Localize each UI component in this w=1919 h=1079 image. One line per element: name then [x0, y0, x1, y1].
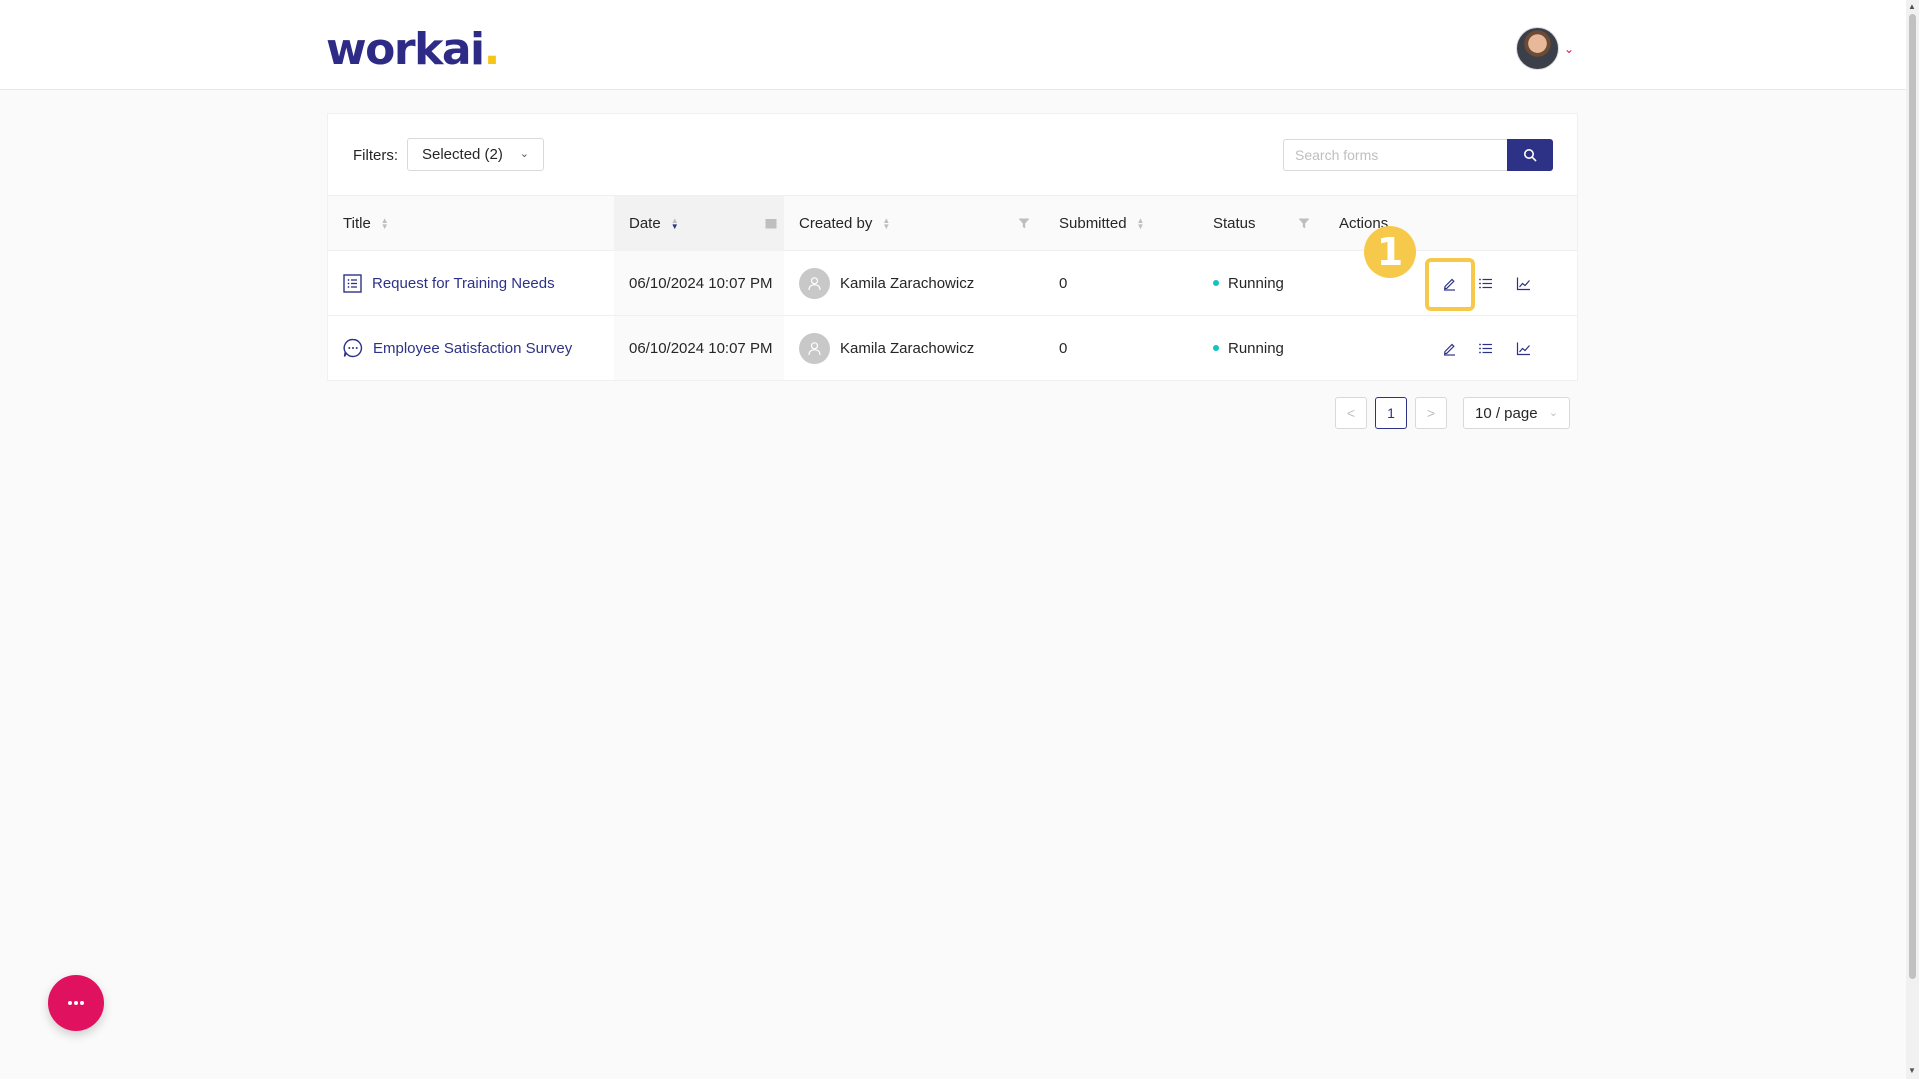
list-view-icon[interactable] [1473, 271, 1497, 295]
creator-name: Kamila Zarachowicz [840, 274, 975, 292]
column-header-date[interactable]: Date ▲ ▼ [614, 196, 784, 251]
page-1-button[interactable]: 1 [1375, 397, 1407, 429]
prev-page-button[interactable]: < [1335, 397, 1367, 429]
scroll-up-icon[interactable]: ▲ [1908, 2, 1916, 11]
form-title-link[interactable]: Request for Training Needs [372, 275, 555, 292]
filters-bar: Filters: Selected (2) ⌄ [328, 114, 1577, 196]
cell-submitted: 0 [1059, 339, 1068, 357]
page-size-value: 10 / page [1475, 405, 1538, 422]
cell-status: Running [1198, 251, 1324, 315]
next-page-button[interactable]: > [1415, 397, 1447, 429]
page-size-select[interactable]: 10 / page ⌄ [1463, 397, 1570, 429]
chevron-down-icon: ⌄ [519, 148, 529, 160]
status-badge: Running [1228, 339, 1284, 357]
sort-icon[interactable]: ▲ ▼ [671, 216, 679, 230]
step-number-badge: 1 [1364, 226, 1416, 278]
line-chart-icon[interactable] [1511, 336, 1535, 360]
filters-label: Filters: [353, 147, 398, 164]
table-row: Employee Satisfaction Survey 06/10/2024 … [328, 316, 1577, 381]
form-title-link[interactable]: Employee Satisfaction Survey [373, 340, 572, 357]
page-scrollbar[interactable]: ▲ ▼ [1906, 0, 1919, 1079]
status-dot-icon [1213, 345, 1219, 351]
cell-submitted: 0 [1059, 274, 1068, 292]
cell-status: Running [1198, 316, 1324, 380]
step-highlight-box [1425, 258, 1475, 311]
filter-select[interactable]: Selected (2) ⌄ [407, 138, 544, 171]
column-header-actions: Actions [1339, 215, 1389, 232]
filter-select-value: Selected (2) [422, 146, 503, 163]
user-menu[interactable]: ⌄ [1516, 27, 1574, 70]
scroll-thumb[interactable] [1909, 14, 1916, 979]
line-chart-icon[interactable] [1511, 271, 1535, 295]
status-dot-icon [1213, 280, 1219, 286]
list-form-icon [343, 273, 362, 293]
cell-title: Request for Training Needs [328, 251, 614, 315]
cell-actions [1324, 316, 1578, 380]
chevron-down-icon: ⌄ [1548, 407, 1558, 419]
column-header-title[interactable]: Title ▲ ▼ [328, 196, 614, 251]
user-avatar-icon [799, 332, 830, 364]
filter-icon[interactable] [1018, 218, 1030, 229]
scroll-down-icon[interactable]: ▼ [1908, 1066, 1916, 1075]
cell-date: 06/10/2024 10:07 PM [614, 316, 784, 380]
more-options-button[interactable] [48, 975, 104, 1031]
chat-survey-icon [343, 338, 363, 358]
creator-name: Kamila Zarachowicz [840, 339, 975, 357]
column-header-status[interactable]: Status [1198, 196, 1324, 251]
edit-icon[interactable] [1437, 336, 1461, 360]
column-header-submitted[interactable]: Submitted ▲ ▼ [1044, 196, 1198, 251]
avatar[interactable] [1516, 27, 1559, 70]
more-dots-icon [68, 1001, 84, 1005]
user-avatar-icon [799, 267, 830, 299]
top-bar: workai. ⌄ [0, 0, 1906, 90]
search-icon [1524, 149, 1537, 162]
list-view-icon[interactable] [1473, 336, 1497, 360]
cell-title: Employee Satisfaction Survey [328, 316, 614, 380]
sort-icon[interactable]: ▲ ▼ [882, 216, 890, 230]
filter-icon[interactable] [1298, 218, 1310, 229]
calendar-filter-icon[interactable] [765, 218, 777, 229]
status-badge: Running [1228, 274, 1284, 292]
cell-created-by: Kamila Zarachowicz [784, 316, 1044, 380]
sort-icon[interactable]: ▲ ▼ [381, 216, 389, 230]
workai-logo[interactable]: workai. [326, 24, 500, 75]
cell-created-by: Kamila Zarachowicz [784, 251, 1044, 315]
cell-date: 06/10/2024 10:07 PM [614, 251, 784, 315]
search-input[interactable] [1283, 139, 1507, 171]
search-button[interactable] [1507, 139, 1553, 171]
chevron-down-icon[interactable]: ⌄ [1564, 42, 1574, 56]
sort-icon[interactable]: ▲ ▼ [1137, 216, 1145, 230]
column-header-created-by[interactable]: Created by ▲ ▼ [784, 196, 1044, 251]
